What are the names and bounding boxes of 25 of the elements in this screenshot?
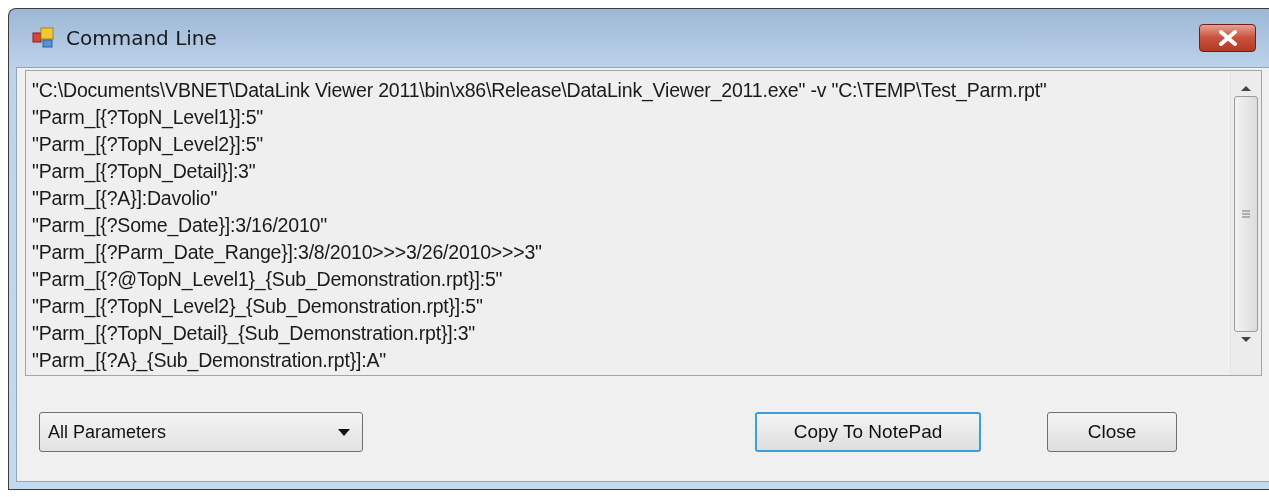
- command-line-text: "C:\Documents\VBNET\DataLink Viewer 2011\bin\x86\Release\DataLink_Viewer_2011.exe" -v "C:\TEMP\Test_Parm.rpt": [32, 78, 1048, 104]
- command-line-text: "Parm_[{?TopN_Level1}]:5": [32, 105, 265, 131]
- close-window-button[interactable]: [1199, 24, 1256, 52]
- vertical-scrollbar[interactable]: [1230, 71, 1261, 375]
- scroll-down-arrow-icon: [1240, 336, 1252, 344]
- command-line-text: "Parm_[{?Some_Date}]:3/16/2010": [32, 213, 328, 239]
- grip-icon: [1241, 210, 1251, 218]
- command-line-text: "Parm_[{?TopN_Level2}_{Sub_Demonstration.rpt}]:5": [32, 294, 484, 320]
- command-line-text: "Parm_[{?A}]:Davolio": [32, 186, 219, 212]
- command-line-text: "Parm_[{?Parm_Date_Range}]:3/8/2010>>>3/26/2010>>>3": [32, 240, 543, 266]
- close-button[interactable]: Close: [1047, 412, 1177, 452]
- close-icon: [1217, 30, 1238, 46]
- command-line-text: "Parm_[{?@TopN_Level1}_{Sub_Demonstration.rpt}]:5": [32, 267, 504, 293]
- command-text-field[interactable]: [25, 70, 1262, 376]
- scroll-up-arrow-icon: [1240, 84, 1252, 92]
- command-line-text: "Parm_[{?TopN_Detail}_{Sub_Demonstration.rpt}]:3": [32, 321, 477, 347]
- window-title: Command Line: [66, 26, 217, 50]
- parameters-dropdown[interactable]: All Parameters: [39, 412, 363, 452]
- copy-to-notepad-button[interactable]: Copy To NotePad: [755, 412, 981, 452]
- caret-icon: [338, 428, 350, 436]
- scroll-thumb[interactable]: [1234, 96, 1258, 332]
- command-line-text: "Parm_[{?A}_{Sub_Demonstration.rpt}]:A": [32, 348, 387, 374]
- app-icon: [32, 27, 56, 49]
- command-line-text: "Parm_[{?TopN_Level2}]:5": [32, 132, 265, 158]
- command-line-text: "Parm_[{?TopN_Detail}]:3": [32, 159, 257, 185]
